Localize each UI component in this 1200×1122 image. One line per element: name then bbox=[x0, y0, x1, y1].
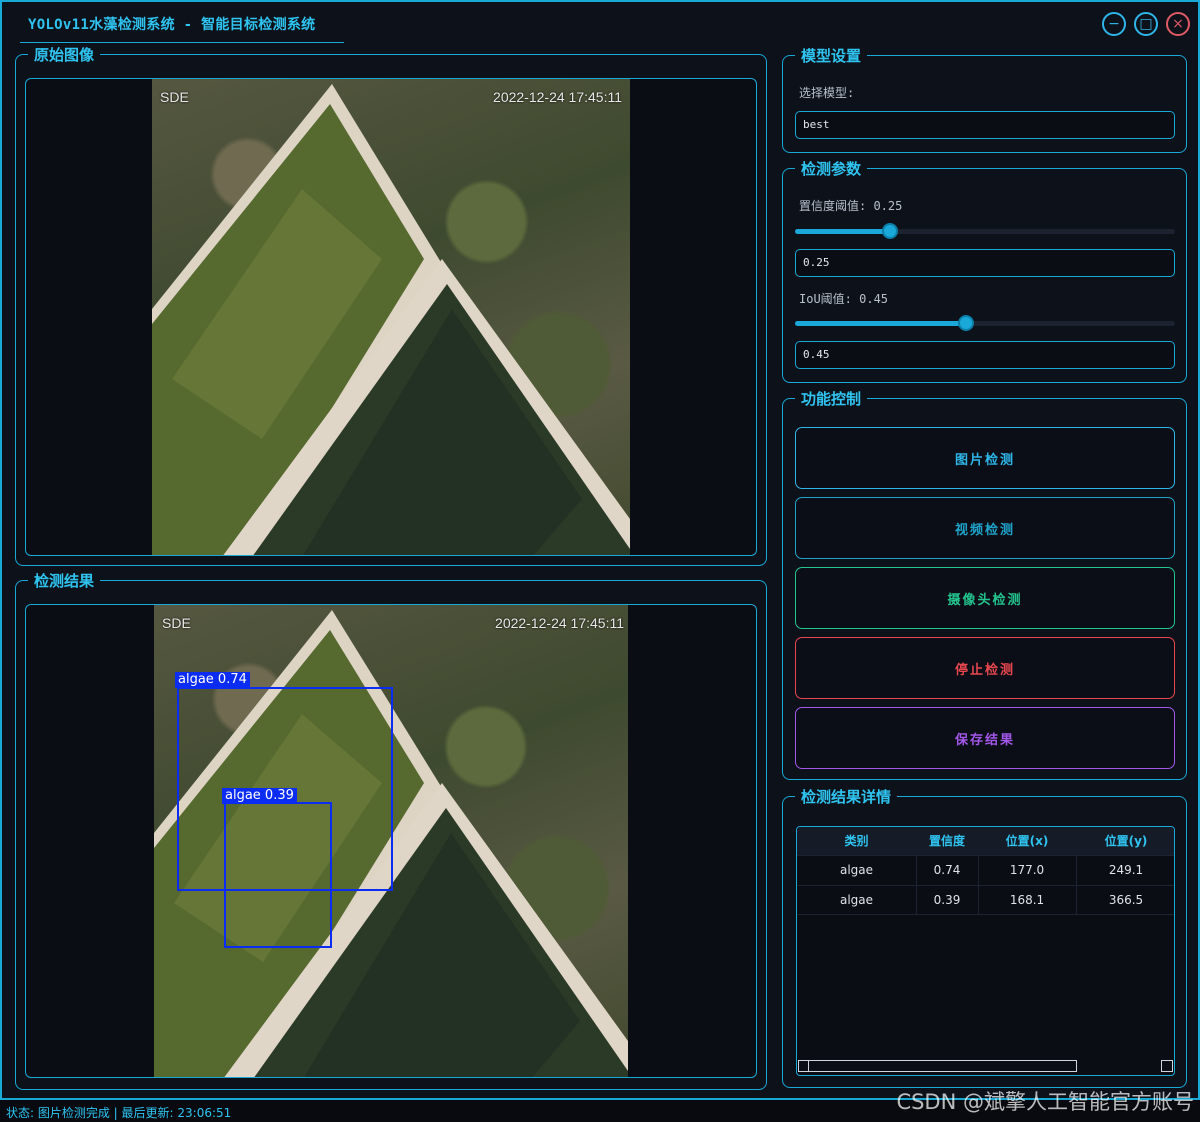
maximize-button[interactable]: □ bbox=[1134, 12, 1158, 36]
table-cell: algae bbox=[839, 863, 874, 877]
original-image-panel: 原始图像 SDE 2022-12-24 17:45:11 bbox=[15, 44, 767, 566]
result-image: SDE 2022-12-24 17:45:11 algae 0.74 algae… bbox=[154, 605, 628, 1077]
iou-label: IoU阈值: 0.45 bbox=[799, 292, 889, 306]
confidence-slider-handle[interactable] bbox=[882, 223, 898, 239]
table-cell: 249.1 bbox=[1108, 863, 1144, 877]
window-title: YOLOv11水藻检测系统 - 智能目标检测系统 bbox=[28, 17, 316, 33]
results-detail-title: 检测结果详情 bbox=[795, 786, 898, 807]
confidence-label: 置信度阈值: 0.25 bbox=[799, 199, 903, 213]
function-control-title: 功能控制 bbox=[795, 388, 868, 409]
image-brand-text: SDE bbox=[160, 89, 189, 105]
model-settings-panel: 模型设置 选择模型: best bbox=[782, 45, 1187, 153]
column-header-y[interactable]: 位置(y) bbox=[1076, 827, 1174, 855]
detection-result-panel: 检测结果 SDE 2022-12-24 17:45:11 algae 0.74 … bbox=[15, 570, 767, 1090]
original-image-title: 原始图像 bbox=[28, 44, 101, 65]
save-results-button[interactable]: 保存结果 bbox=[795, 707, 1175, 769]
image-brand-text: SDE bbox=[162, 615, 191, 631]
confidence-slider[interactable] bbox=[795, 223, 1175, 239]
table-cell: 0.74 bbox=[933, 863, 961, 877]
table-cell: 366.5 bbox=[1108, 893, 1144, 907]
maximize-icon: □ bbox=[1139, 16, 1153, 32]
original-image: SDE 2022-12-24 17:45:11 bbox=[152, 79, 630, 555]
detection-result-view: SDE 2022-12-24 17:45:11 algae 0.74 algae… bbox=[25, 604, 757, 1078]
watermark: CSDN @斌擎人工智能官方账号 bbox=[896, 1090, 1194, 1114]
table-row[interactable]: algae 0.74 177.0 249.1 bbox=[797, 855, 1174, 885]
table-cell: algae bbox=[839, 893, 874, 907]
image-detect-button[interactable]: 图片检测 bbox=[795, 427, 1175, 489]
detection-label: algae 0.74 bbox=[175, 672, 250, 688]
results-table[interactable]: 类别 置信度 位置(x) 位置(y) algae 0.74 177.0 249.… bbox=[796, 826, 1175, 1076]
column-header-confidence[interactable]: 置信度 bbox=[916, 827, 978, 855]
status-text: 状态: 图片检测完成 | 最后更新: 23:06:51 bbox=[6, 1106, 232, 1120]
stop-detect-button[interactable]: 停止检测 bbox=[795, 637, 1175, 699]
table-cell: 177.0 bbox=[1009, 863, 1045, 877]
iou-slider[interactable] bbox=[795, 315, 1175, 331]
results-detail-panel: 检测结果详情 类别 置信度 位置(x) 位置(y) algae 0.74 177… bbox=[782, 786, 1187, 1088]
scroll-left-icon[interactable] bbox=[799, 1061, 809, 1071]
pond-illustration bbox=[152, 84, 630, 555]
camera-detect-button[interactable]: 摄像头检测 bbox=[795, 567, 1175, 629]
horizontal-scrollbar[interactable] bbox=[797, 1059, 1174, 1073]
iou-slider-fill bbox=[795, 321, 966, 326]
app-window: YOLOv11水藻检测系统 - 智能目标检测系统 − □ × 原始图像 SDE … bbox=[0, 0, 1200, 1100]
original-image-view: SDE 2022-12-24 17:45:11 bbox=[25, 78, 757, 556]
close-button[interactable]: × bbox=[1166, 12, 1190, 36]
confidence-slider-fill bbox=[795, 229, 890, 234]
detection-params-title: 检测参数 bbox=[795, 158, 868, 179]
image-timestamp: 2022-12-24 17:45:11 bbox=[493, 89, 622, 105]
title-bar[interactable]: YOLOv11水藻检测系统 - 智能目标检测系统 − □ × bbox=[2, 2, 1198, 44]
function-control-panel: 功能控制 图片检测 视频检测 摄像头检测 停止检测 保存结果 bbox=[782, 388, 1187, 780]
close-icon: × bbox=[1172, 16, 1184, 32]
minimize-button[interactable]: − bbox=[1102, 12, 1126, 36]
column-header-x[interactable]: 位置(x) bbox=[978, 827, 1076, 855]
iou-slider-handle[interactable] bbox=[958, 315, 974, 331]
scroll-right-icon[interactable] bbox=[1161, 1060, 1173, 1072]
table-cell: 168.1 bbox=[1009, 893, 1045, 907]
table-cell: 0.39 bbox=[933, 893, 961, 907]
column-header-class[interactable]: 类别 bbox=[797, 827, 916, 855]
iou-input[interactable]: 0.45 bbox=[795, 341, 1175, 369]
title-underline bbox=[20, 42, 344, 43]
detection-params-panel: 检测参数 置信度阈值: 0.25 0.25 IoU阈值: 0.45 0.45 bbox=[782, 158, 1187, 383]
image-timestamp: 2022-12-24 17:45:11 bbox=[495, 615, 624, 631]
table-row[interactable]: algae 0.39 168.1 366.5 bbox=[797, 885, 1174, 915]
video-detect-button[interactable]: 视频检测 bbox=[795, 497, 1175, 559]
detection-label: algae 0.39 bbox=[222, 788, 297, 804]
table-header: 类别 置信度 位置(x) 位置(y) bbox=[797, 827, 1174, 855]
detection-result-title: 检测结果 bbox=[28, 570, 101, 591]
detection-box bbox=[224, 802, 332, 948]
model-settings-title: 模型设置 bbox=[795, 45, 868, 66]
model-select-label: 选择模型: bbox=[799, 86, 855, 100]
minimize-icon: − bbox=[1108, 16, 1120, 32]
model-select[interactable]: best bbox=[795, 111, 1175, 139]
confidence-input[interactable]: 0.25 bbox=[795, 249, 1175, 277]
scrollbar-thumb[interactable] bbox=[798, 1060, 1077, 1072]
